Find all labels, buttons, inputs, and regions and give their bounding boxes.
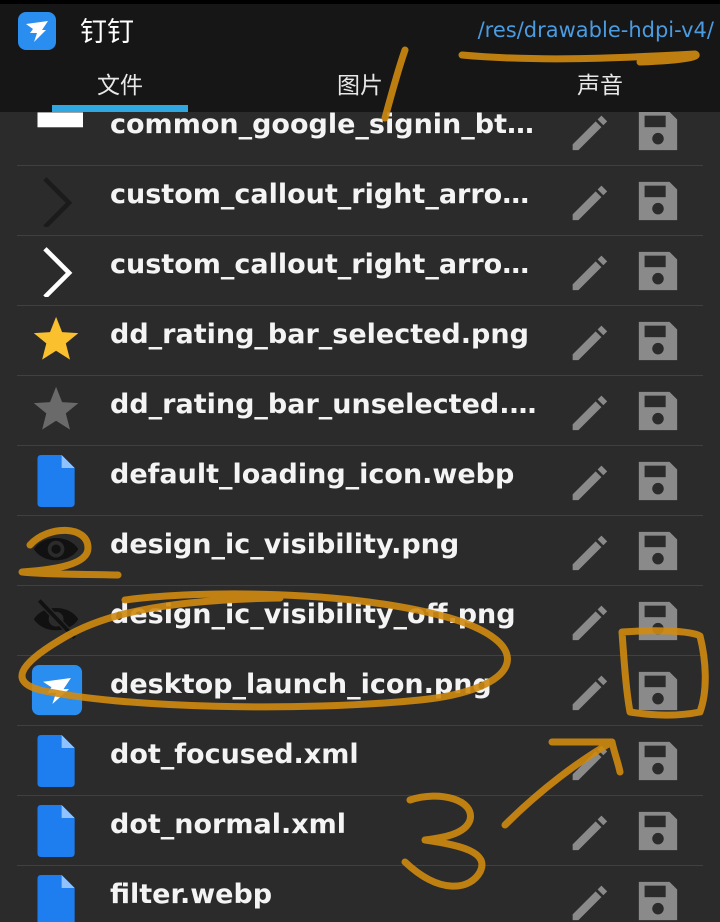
pencil-icon[interactable] bbox=[565, 598, 611, 644]
file-row[interactable]: design_ic_visibility_off.png bbox=[17, 586, 703, 656]
file-row[interactable]: default_loading_icon.webp bbox=[17, 446, 703, 516]
dingtalk-icon bbox=[31, 665, 83, 716]
file-row[interactable]: design_ic_visibility.png bbox=[17, 516, 703, 586]
white-rect-thumbnail bbox=[37, 112, 83, 128]
tab-bar: 文件 图片 声音 bbox=[0, 60, 720, 112]
file-name: default_loading_icon.webp bbox=[110, 459, 515, 490]
pencil-icon[interactable] bbox=[565, 248, 611, 294]
file-name: filter.webp bbox=[110, 879, 273, 910]
file-row[interactable]: dd_rating_bar_selected.png bbox=[17, 306, 703, 376]
file-name: custom_callout_right_arrow_bl.. bbox=[110, 179, 550, 210]
dark-arrow-thumbnail bbox=[43, 177, 73, 227]
pencil-icon[interactable] bbox=[565, 738, 611, 784]
eye-icon bbox=[33, 538, 79, 561]
floppy-disk-icon[interactable] bbox=[635, 178, 681, 224]
file-row[interactable]: dot_focused.xml bbox=[17, 726, 703, 796]
file-row[interactable]: custom_callout_right_arrow_w.. bbox=[17, 236, 703, 306]
pencil-icon[interactable] bbox=[565, 318, 611, 364]
pencil-icon[interactable] bbox=[565, 528, 611, 574]
file-row[interactable]: dot_normal.xml bbox=[17, 796, 703, 866]
app-title: 钉钉 bbox=[80, 17, 134, 48]
file-name: dot_normal.xml bbox=[110, 809, 347, 840]
file-list[interactable]: common_google_signin_btn_text_... custom_… bbox=[17, 106, 703, 922]
floppy-disk-icon[interactable] bbox=[635, 108, 681, 154]
pencil-icon[interactable] bbox=[565, 668, 611, 714]
floppy-disk-icon[interactable] bbox=[635, 528, 681, 574]
file-name: dd_rating_bar_selected.png bbox=[110, 319, 529, 350]
pencil-icon[interactable] bbox=[565, 178, 611, 224]
dingtalk-logo-icon bbox=[18, 12, 56, 50]
floppy-disk-icon[interactable] bbox=[635, 388, 681, 434]
file-row[interactable]: custom_callout_right_arrow_bl.. bbox=[17, 166, 703, 236]
pencil-icon[interactable] bbox=[565, 108, 611, 154]
file-name: dd_rating_bar_unselected.png bbox=[110, 389, 550, 420]
floppy-disk-icon[interactable] bbox=[635, 738, 681, 784]
floppy-disk-icon[interactable] bbox=[635, 668, 681, 714]
grey-star-thumbnail bbox=[33, 386, 79, 430]
file-row[interactable]: dd_rating_bar_unselected.png bbox=[17, 376, 703, 446]
floppy-disk-icon[interactable] bbox=[635, 458, 681, 504]
tab-sounds[interactable]: 声音 bbox=[480, 66, 720, 100]
floppy-disk-icon[interactable] bbox=[635, 248, 681, 294]
tab-images[interactable]: 图片 bbox=[240, 66, 480, 100]
file-icon bbox=[37, 455, 75, 507]
tab-files[interactable]: 文件 bbox=[0, 66, 240, 100]
gold-star-thumbnail bbox=[33, 316, 79, 360]
file-name: custom_callout_right_arrow_w.. bbox=[110, 249, 550, 280]
tab-indicator bbox=[52, 105, 188, 112]
app-bar: 钉钉 /res/drawable-hdpi-v4/ 文件 图片 声音 bbox=[0, 0, 720, 112]
pencil-icon[interactable] bbox=[565, 808, 611, 854]
file-name: common_google_signin_btn_text_... bbox=[110, 109, 550, 140]
floppy-disk-icon[interactable] bbox=[635, 878, 681, 922]
file-name: design_ic_visibility.png bbox=[110, 529, 460, 560]
pencil-icon[interactable] bbox=[565, 458, 611, 504]
file-name: dot_focused.xml bbox=[110, 739, 359, 770]
eye-off-icon bbox=[33, 598, 79, 640]
status-strip bbox=[0, 0, 720, 4]
file-icon bbox=[37, 875, 75, 922]
floppy-disk-icon[interactable] bbox=[635, 598, 681, 644]
file-icon bbox=[37, 805, 75, 857]
floppy-disk-icon[interactable] bbox=[635, 808, 681, 854]
pencil-icon[interactable] bbox=[565, 388, 611, 434]
white-arrow-thumbnail bbox=[43, 247, 73, 297]
file-icon bbox=[37, 735, 75, 787]
file-name: design_ic_visibility_off.png bbox=[110, 599, 516, 630]
pencil-icon[interactable] bbox=[565, 878, 611, 922]
file-row[interactable]: common_google_signin_btn_text_... bbox=[17, 106, 703, 166]
file-row[interactable]: filter.webp bbox=[17, 866, 703, 922]
resource-path[interactable]: /res/drawable-hdpi-v4/ bbox=[478, 18, 714, 42]
floppy-disk-icon[interactable] bbox=[635, 318, 681, 364]
file-name: desktop_launch_icon.png bbox=[110, 669, 492, 700]
file-row[interactable]: desktop_launch_icon.png bbox=[17, 656, 703, 726]
